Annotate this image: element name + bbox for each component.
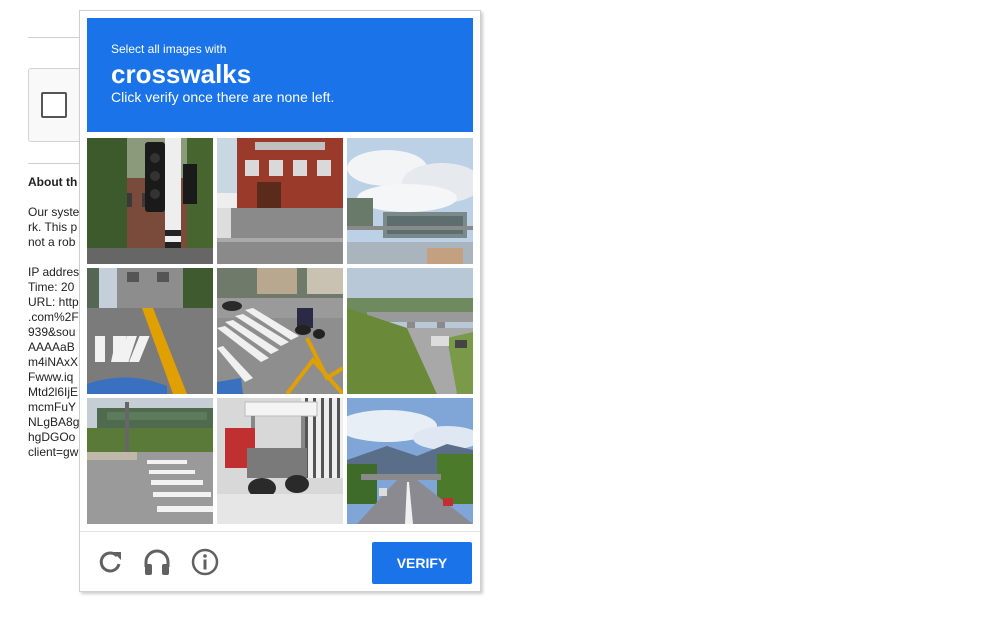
tile-image — [217, 138, 343, 264]
image-tile-8[interactable] — [217, 398, 343, 524]
image-tile-6[interactable] — [347, 268, 473, 394]
tile-image — [87, 268, 213, 394]
headphones-icon[interactable] — [142, 547, 172, 577]
top-divider — [28, 37, 80, 38]
tile-image — [347, 268, 473, 394]
reload-icon[interactable] — [95, 547, 125, 577]
tile-image — [217, 268, 343, 394]
image-grid — [87, 138, 473, 524]
tile-image — [347, 138, 473, 264]
image-tile-3[interactable] — [347, 138, 473, 264]
image-tile-1[interactable] — [87, 138, 213, 264]
recaptcha-challenge-popup: Select all images with crosswalks Click … — [79, 10, 481, 592]
about-heading: About th — [28, 175, 78, 189]
challenge-target: crosswalks — [111, 59, 252, 89]
challenge-footer: VERIFY — [80, 531, 480, 591]
image-tile-7[interactable] — [87, 398, 213, 524]
recaptcha-checkbox[interactable] — [41, 92, 67, 118]
middle-divider — [28, 163, 80, 164]
verify-button[interactable]: VERIFY — [372, 542, 472, 584]
tile-image — [87, 398, 213, 524]
info-icon[interactable] — [190, 547, 220, 577]
tile-image — [347, 398, 473, 524]
about-section: About th — [28, 175, 80, 190]
image-tile-5[interactable] — [217, 268, 343, 394]
instruction-small: Select all images with — [111, 42, 227, 56]
instruction-sub: Click verify once there are none left. — [111, 89, 335, 105]
tile-image — [217, 398, 343, 524]
image-tile-9[interactable] — [347, 398, 473, 524]
challenge-header: Select all images with crosswalks Click … — [87, 18, 473, 132]
image-tile-4[interactable] — [87, 268, 213, 394]
image-tile-2[interactable] — [217, 138, 343, 264]
recaptcha-checkbox-widget[interactable] — [28, 68, 80, 142]
about-paragraph: Our syste rk. This p not a rob — [28, 205, 80, 249]
tile-image — [87, 138, 213, 264]
diagnostic-info: IP addres Time: 20 URL: http .com%2F 939… — [28, 265, 80, 459]
